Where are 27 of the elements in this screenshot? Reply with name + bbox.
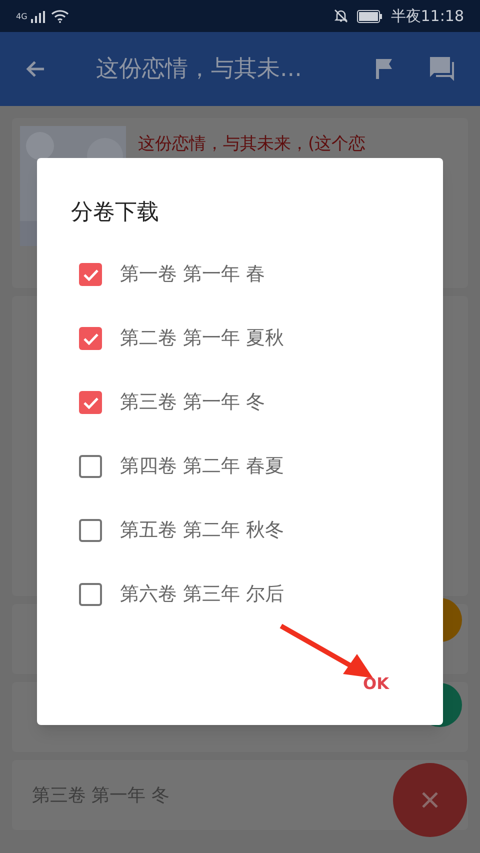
volume-label[interactable]: 第五卷 第二年 秋冬 — [120, 516, 284, 545]
checkbox[interactable] — [79, 519, 102, 542]
wifi-icon — [51, 9, 70, 23]
checkbox[interactable] — [79, 327, 102, 350]
volume-label[interactable]: 第六卷 第三年 尔后 — [120, 580, 284, 609]
volume-label[interactable]: 第二卷 第一年 夏秋 — [120, 324, 284, 353]
checkbox[interactable] — [79, 583, 102, 606]
check-icon — [82, 332, 98, 344]
battery-icon — [356, 10, 383, 22]
chat-icon[interactable] — [428, 55, 456, 83]
signal-icon — [31, 11, 48, 23]
volume-label[interactable]: 第四卷 第二年 春夏 — [120, 452, 284, 481]
checkbox[interactable] — [79, 455, 102, 478]
book-title: 这份恋情，与其未来，(这个恋 — [138, 133, 366, 156]
muted-bell-icon — [332, 8, 349, 24]
close-icon — [421, 791, 439, 809]
clock: 半夜11:18 — [390, 6, 464, 27]
check-icon — [82, 396, 98, 408]
checkbox[interactable] — [79, 391, 102, 414]
check-icon — [82, 268, 98, 280]
ok-button[interactable]: OK — [359, 672, 393, 696]
volume-label[interactable]: 第三卷 第一年 冬 — [120, 388, 266, 417]
volume-label[interactable]: 第一卷 第一年 春 — [120, 260, 266, 289]
network-type: 4G — [16, 13, 28, 21]
app-bar-title: 这份恋情，与其未... — [96, 54, 302, 84]
dialog-title: 分卷下载 — [71, 199, 159, 227]
checkbox[interactable] — [79, 263, 102, 286]
